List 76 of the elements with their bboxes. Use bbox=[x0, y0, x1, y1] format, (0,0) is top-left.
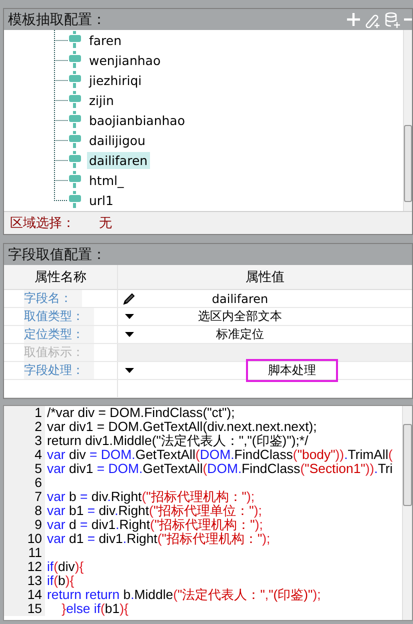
code-line: if(b){ bbox=[46, 574, 74, 588]
field-node-icon bbox=[68, 151, 82, 169]
code-line: var b1 = div.Right("招标代理单位："); bbox=[46, 504, 262, 518]
add-icon[interactable] bbox=[346, 12, 361, 27]
line-number: 9 bbox=[4, 518, 45, 532]
field-node-icon bbox=[68, 51, 82, 69]
region-label: 区域选择： bbox=[10, 215, 75, 232]
tree-connector-line bbox=[54, 70, 68, 90]
field-node-icon bbox=[68, 111, 82, 129]
field-node-icon bbox=[68, 31, 82, 49]
code-line: var d1 = div1.Right("招标代理机构："); bbox=[46, 532, 270, 546]
property-name: 字段名： bbox=[24, 290, 82, 307]
tree-connector-line bbox=[54, 50, 68, 70]
line-number: 4 bbox=[4, 448, 45, 462]
line-number: 1 bbox=[4, 406, 45, 420]
line-number: 13 bbox=[4, 574, 45, 588]
property-value[interactable]: 标准定位 bbox=[138, 326, 342, 343]
property-name: 字段处理： bbox=[24, 362, 94, 379]
code-line: var b = div.Right("招标代理机构："); bbox=[46, 490, 255, 504]
code-line: return return b.Middle("法定代表人：","(印鉴)"); bbox=[46, 588, 321, 602]
column-header: 属性名称 bbox=[4, 265, 118, 290]
panel-title: 模板抽取配置： bbox=[8, 10, 106, 28]
region-value: 无 bbox=[99, 215, 112, 232]
line-number: 6 bbox=[4, 476, 45, 490]
field-node-icon bbox=[68, 191, 82, 209]
line-number: 7 bbox=[4, 490, 45, 504]
panel-title: 字段取值配置： bbox=[8, 246, 106, 264]
code-line: return div1.Middle("法定代表人：","(印鉴)");*/ bbox=[46, 434, 308, 448]
dropdown-arrow-icon[interactable] bbox=[124, 314, 134, 319]
property-value[interactable]: 脚本处理 bbox=[246, 359, 338, 382]
property-name: 取值类型： bbox=[24, 308, 94, 325]
line-number: 14 bbox=[4, 588, 45, 602]
line-number: 11 bbox=[4, 546, 45, 560]
field-node-icon bbox=[68, 71, 82, 89]
property-value[interactable]: dailifaren bbox=[138, 292, 342, 306]
property-name: 取值标示： bbox=[24, 344, 94, 361]
line-number: 5 bbox=[4, 462, 45, 476]
tree-item[interactable]: wenjianhao bbox=[87, 52, 163, 68]
tree-item[interactable]: html_ bbox=[87, 172, 126, 188]
line-number: 10 bbox=[4, 532, 45, 546]
database-plus-icon[interactable] bbox=[384, 12, 401, 28]
tree-item[interactable]: dailifaren bbox=[87, 152, 150, 168]
line-number: 15 bbox=[4, 602, 45, 616]
tree-connector-line bbox=[54, 130, 68, 150]
code-line: var div1 = DOM.GetTextAll(DOM.FindClass("Section1")).Tri bbox=[46, 462, 393, 476]
property-name: 定位类型： bbox=[24, 326, 94, 343]
field-node-icon bbox=[68, 171, 82, 189]
dropdown-arrow-icon[interactable] bbox=[124, 368, 134, 373]
code-line: if(div){ bbox=[46, 560, 84, 574]
tree-item[interactable]: zijin bbox=[87, 92, 116, 108]
line-number: 8 bbox=[4, 504, 45, 518]
tree-connector-line bbox=[54, 90, 68, 110]
scrollbar[interactable] bbox=[403, 30, 412, 211]
field-node-icon bbox=[68, 131, 82, 149]
tree-connector-line bbox=[54, 110, 68, 130]
tree-item[interactable]: faren bbox=[87, 32, 124, 48]
line-number: 12 bbox=[4, 560, 45, 574]
tree-connector-line bbox=[54, 150, 68, 170]
tree-item[interactable]: baojianbianhao bbox=[87, 112, 187, 128]
code-line: var d = div1.Right("招标代理机构："); bbox=[46, 518, 263, 532]
code-line: /*var div = DOM.FindClass("ct"); bbox=[46, 406, 235, 420]
pencil-icon[interactable] bbox=[122, 292, 136, 306]
code-line: var div = DOM.GetTextAll(DOM.FindClass("body")).TrimAll( bbox=[46, 448, 393, 462]
tree-item[interactable]: dailijigou bbox=[87, 132, 148, 148]
line-number: 2 bbox=[4, 420, 45, 434]
tree-item[interactable]: jiezhiriqi bbox=[87, 72, 144, 88]
dropdown-arrow-icon[interactable] bbox=[124, 332, 134, 337]
scrollbar[interactable] bbox=[402, 406, 412, 620]
tree-item[interactable]: url1 bbox=[87, 192, 116, 208]
field-node-icon bbox=[68, 91, 82, 109]
code-line: var div1 = DOM.GetTextAll(div.next.next.next); bbox=[46, 420, 317, 434]
column-header: 属性值 bbox=[118, 265, 412, 290]
code-line: }else if(b1){ bbox=[60, 602, 128, 616]
line-number: 3 bbox=[4, 434, 45, 448]
tree-connector-line bbox=[54, 30, 68, 50]
property-value[interactable]: 选区内全部文本 bbox=[138, 308, 342, 325]
